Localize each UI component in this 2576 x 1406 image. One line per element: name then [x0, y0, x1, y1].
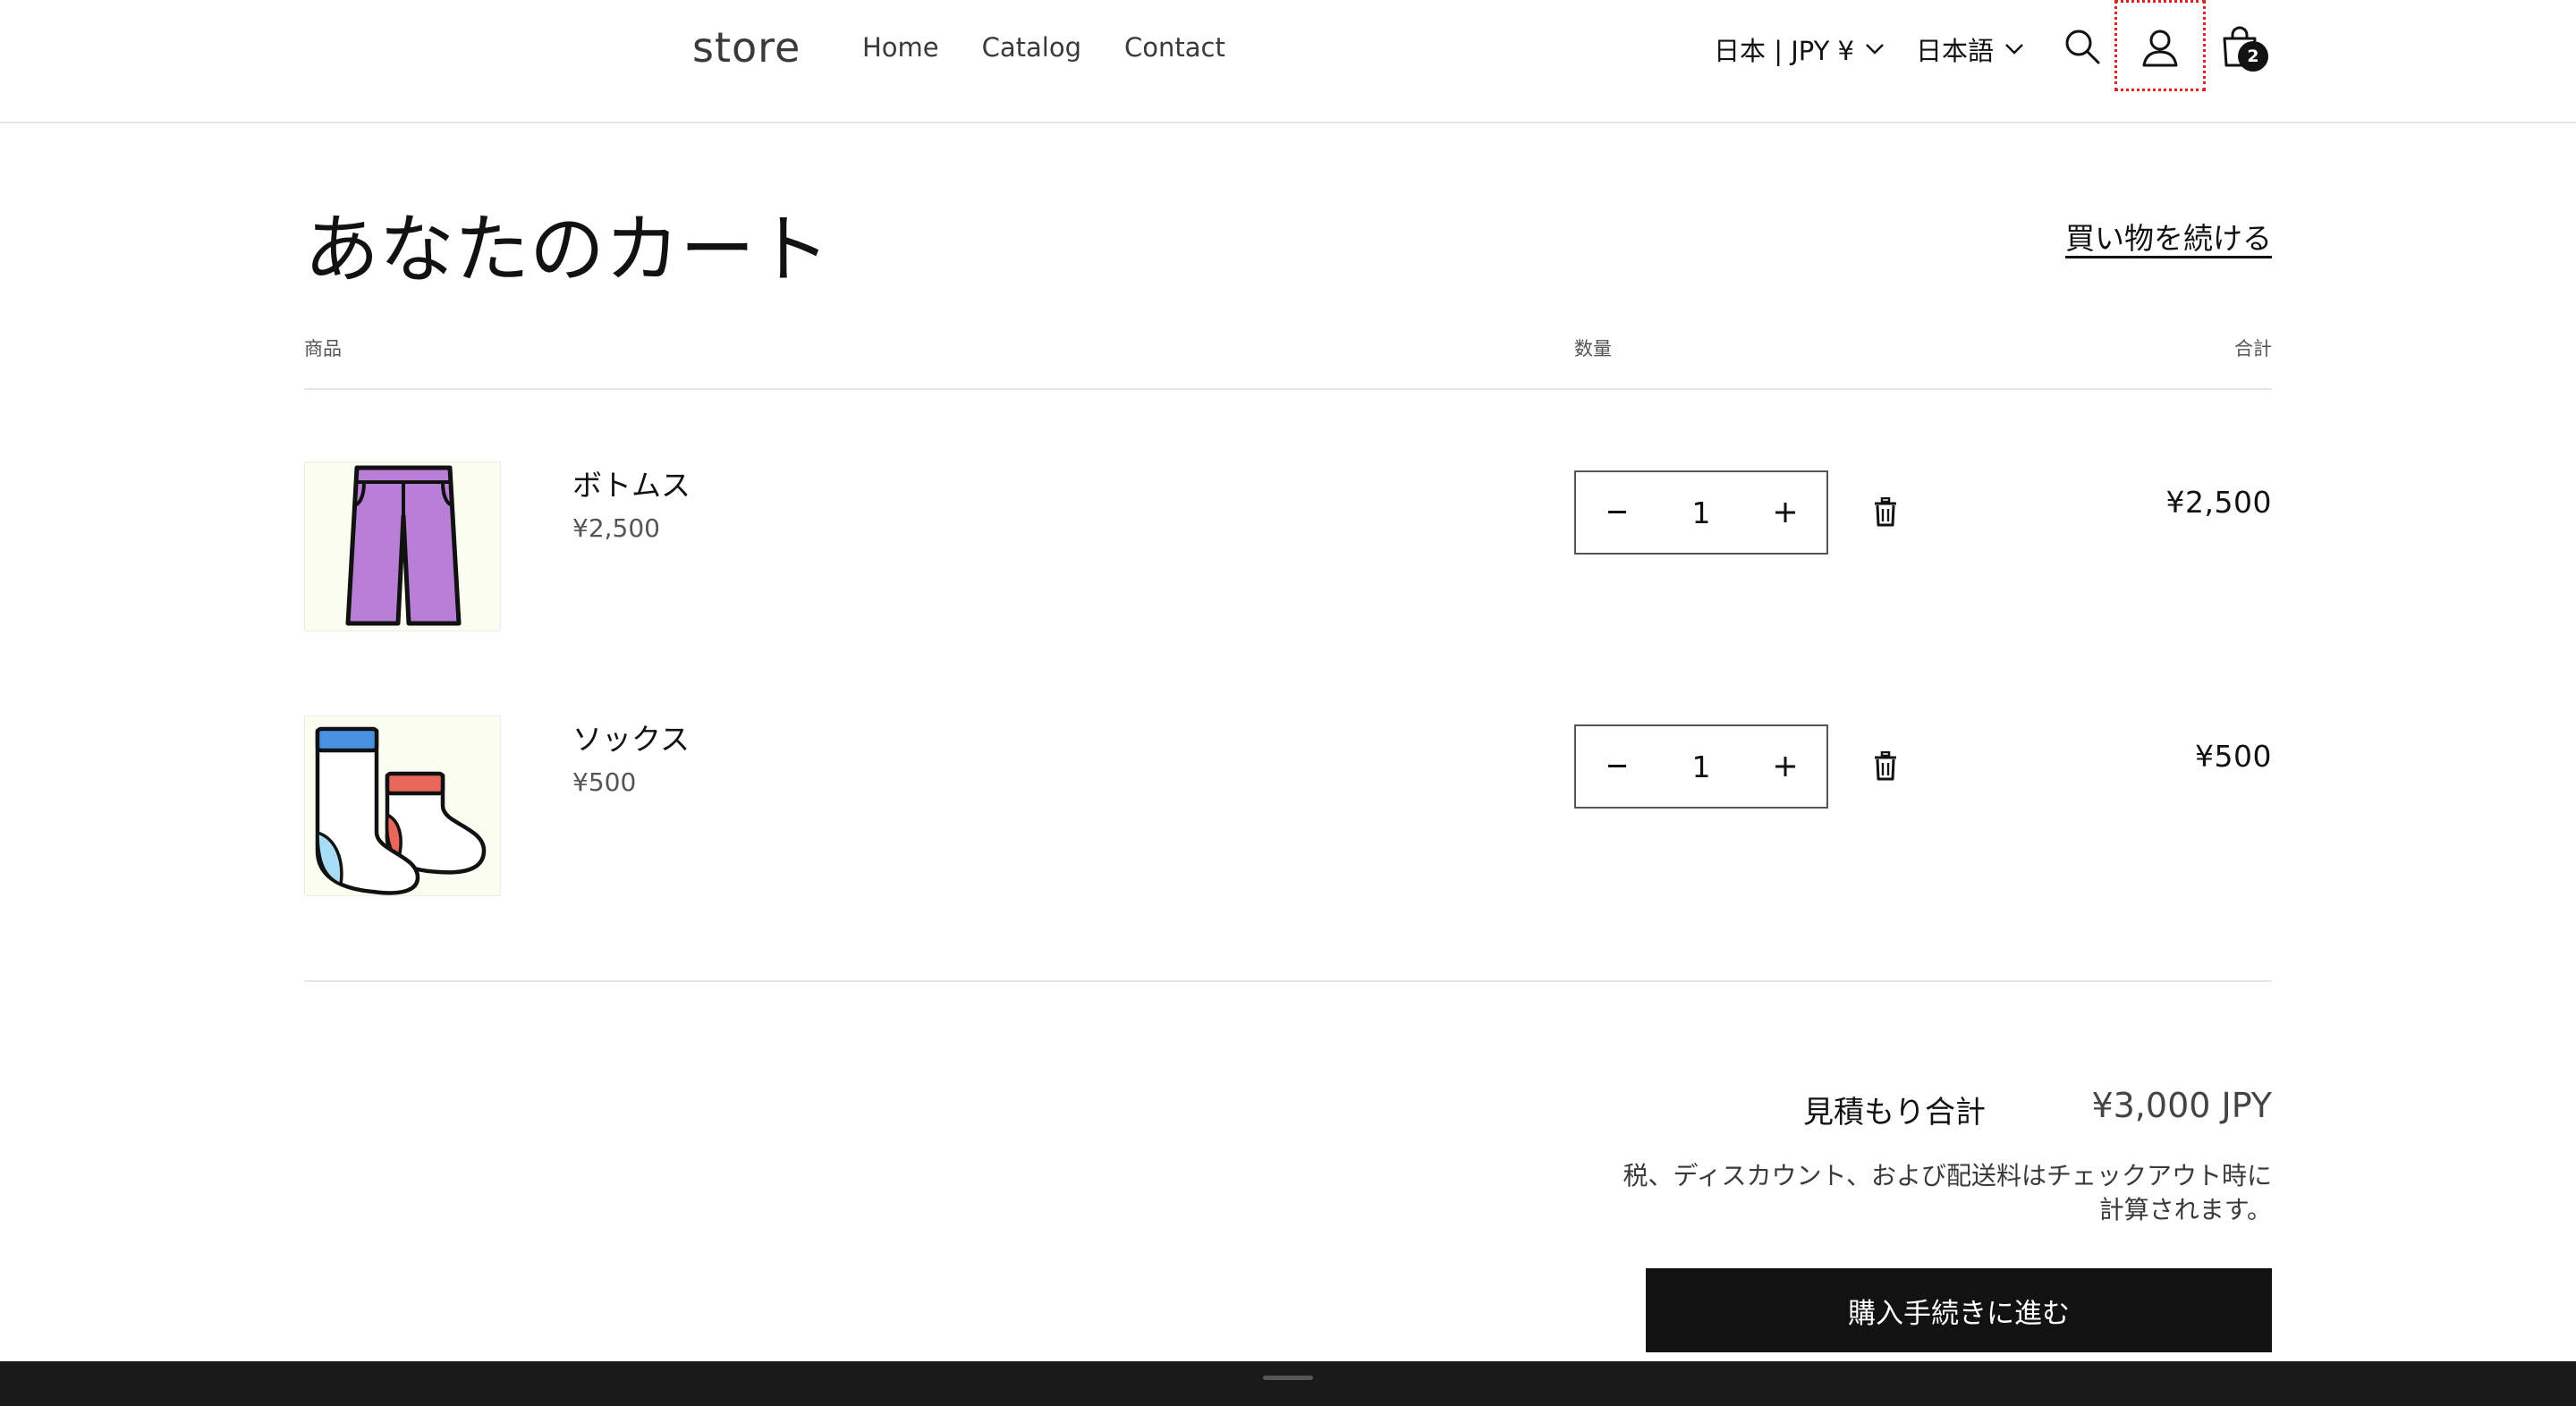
quantity-stepper: 1 — [1574, 724, 1828, 809]
estimated-total-label: 見積もり合計 — [1803, 1095, 1986, 1131]
chevron-down-icon — [1866, 44, 1884, 55]
account-icon — [2142, 30, 2178, 67]
minus-icon — [1608, 511, 1626, 513]
country-currency-label: 日本 | JPY ¥ — [1714, 36, 1854, 66]
decrease-quantity-button[interactable] — [1576, 726, 1658, 807]
minus-icon — [1608, 765, 1626, 767]
column-header-product: 商品 — [304, 338, 342, 360]
store-logo[interactable]: store — [692, 23, 801, 72]
trash-icon[interactable] — [1873, 497, 1898, 528]
nav-catalog[interactable]: Catalog — [982, 32, 1081, 63]
nav-contact[interactable]: Contact — [1124, 32, 1225, 63]
increase-quantity-button[interactable] — [1744, 472, 1826, 553]
item-name[interactable]: ソックス — [572, 716, 690, 758]
account-button[interactable] — [2114, 0, 2206, 91]
item-name[interactable]: ボトムス — [572, 462, 691, 504]
page-title: あなたのカート — [304, 206, 831, 293]
quantity-value[interactable]: 1 — [1692, 750, 1711, 784]
column-header-quantity: 数量 — [1574, 338, 1612, 360]
pants-illustration — [345, 465, 462, 626]
divider — [304, 388, 2272, 390]
trash-icon[interactable] — [1873, 751, 1898, 782]
chevron-down-icon — [2005, 44, 2023, 55]
search-icon — [2065, 30, 2100, 64]
country-currency-selector[interactable]: 日本 | JPY ¥ — [1714, 30, 1885, 68]
checkout-button[interactable]: 購入手続きに進む — [1646, 1268, 2272, 1352]
item-line-total: ¥2,500 — [2165, 485, 2272, 520]
item-line-total: ¥500 — [2195, 739, 2272, 774]
main-nav: Home Catalog Contact — [862, 32, 1225, 63]
tax-shipping-note: 税、ディスカウント、および配送料はチェックアウト時に 計算されます。 — [1592, 1159, 2272, 1227]
socks-illustration — [315, 726, 487, 895]
plus-icon — [1775, 503, 1795, 522]
quantity-value[interactable]: 1 — [1692, 495, 1711, 530]
tax-note-line: 税、ディスカウント、および配送料はチェックアウト時に — [1623, 1161, 2272, 1190]
item-unit-price: ¥2,500 — [572, 513, 660, 543]
product-image-bottoms[interactable] — [304, 462, 501, 631]
footer-bar — [0, 1361, 2576, 1406]
search-button[interactable] — [2055, 18, 2109, 75]
language-selector[interactable]: 日本語 — [1916, 30, 2024, 68]
plus-icon — [1775, 757, 1795, 776]
tax-note-line: 計算されます。 — [2098, 1195, 2272, 1224]
quantity-stepper: 1 — [1574, 470, 1828, 555]
column-header-total: 合計 — [2234, 338, 2272, 360]
drag-handle[interactable] — [1263, 1376, 1313, 1380]
increase-quantity-button[interactable] — [1744, 726, 1826, 807]
divider — [304, 980, 2272, 982]
nav-home[interactable]: Home — [862, 32, 939, 63]
cart-count-badge: 2 — [2238, 41, 2268, 72]
site-header: store Home Catalog Contact 日本 | JPY ¥ 日本… — [0, 0, 2576, 123]
decrease-quantity-button[interactable] — [1576, 472, 1658, 553]
item-unit-price: ¥500 — [572, 767, 637, 797]
continue-shopping-link[interactable]: 買い物を続ける — [2065, 215, 2272, 258]
language-label: 日本語 — [1916, 36, 1995, 66]
product-image-socks[interactable] — [304, 716, 501, 896]
estimated-total-value: ¥3,000 JPY — [2091, 1086, 2272, 1125]
